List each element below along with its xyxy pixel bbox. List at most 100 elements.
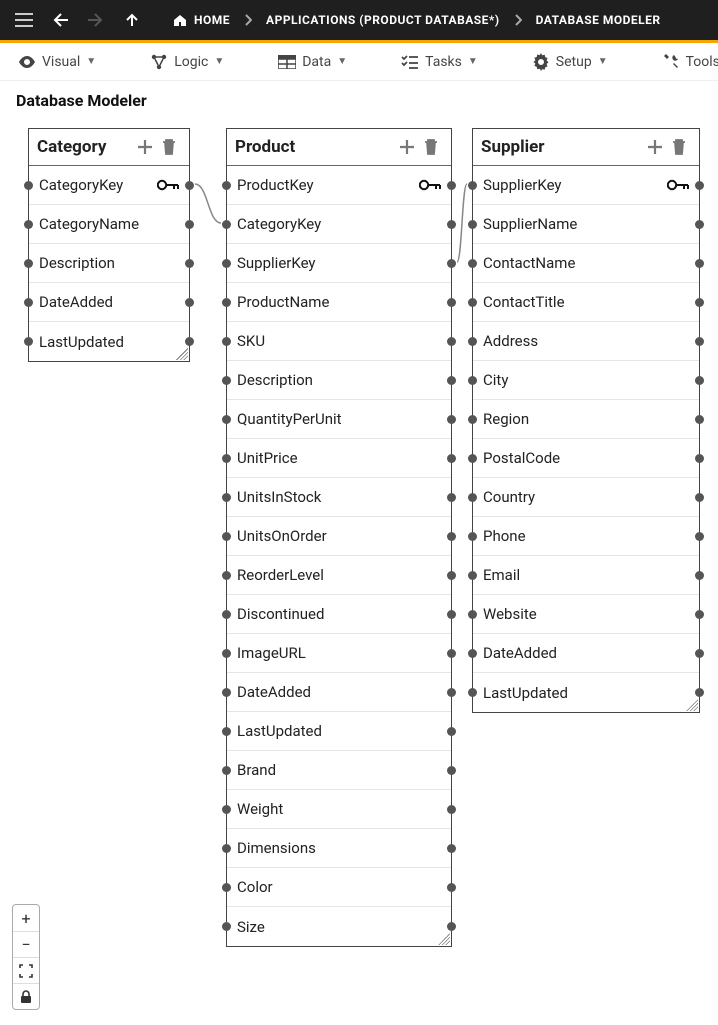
breadcrumb-current[interactable]: DATABASE MODELER [530, 13, 667, 27]
port-right[interactable] [185, 220, 194, 229]
port-right[interactable] [447, 727, 456, 736]
menu-tools[interactable]: Tools ▼ [656, 49, 718, 75]
delete-entity-button[interactable] [157, 135, 181, 159]
field-row[interactable]: DateAdded [29, 283, 189, 322]
port-right[interactable] [447, 415, 456, 424]
field-row[interactable]: Region [473, 400, 699, 439]
field-row[interactable]: LastUpdated [29, 322, 189, 361]
entity-header[interactable]: Supplier [473, 129, 699, 166]
field-row[interactable]: Description [227, 361, 451, 400]
port-right[interactable] [695, 688, 704, 697]
field-row[interactable]: Weight [227, 790, 451, 829]
port-right[interactable] [695, 649, 704, 658]
field-row[interactable]: Email [473, 556, 699, 595]
menu-setup[interactable]: Setup ▼ [526, 49, 614, 75]
port-right[interactable] [695, 415, 704, 424]
port-right[interactable] [695, 376, 704, 385]
field-row[interactable]: ReorderLevel [227, 556, 451, 595]
field-row[interactable]: Website [473, 595, 699, 634]
port-right[interactable] [185, 298, 194, 307]
zoom-in-button[interactable]: + [13, 905, 39, 931]
port-right[interactable] [447, 766, 456, 775]
port-left[interactable] [222, 727, 231, 736]
port-left[interactable] [468, 181, 477, 190]
port-left[interactable] [468, 571, 477, 580]
resize-handle[interactable] [686, 699, 698, 711]
port-right[interactable] [695, 571, 704, 580]
up-icon[interactable] [116, 4, 148, 36]
port-right[interactable] [695, 298, 704, 307]
add-field-button[interactable] [643, 135, 667, 159]
zoom-out-button[interactable]: − [13, 931, 39, 957]
field-row[interactable]: Size [227, 907, 451, 946]
field-row[interactable]: LastUpdated [473, 673, 699, 712]
field-row[interactable]: CategoryKey [29, 166, 189, 205]
port-right[interactable] [695, 493, 704, 502]
port-left[interactable] [222, 649, 231, 658]
field-row[interactable]: UnitsInStock [227, 478, 451, 517]
port-right[interactable] [447, 922, 456, 931]
port-right[interactable] [447, 259, 456, 268]
hamburger-icon[interactable] [8, 4, 40, 36]
port-right[interactable] [695, 337, 704, 346]
port-right[interactable] [185, 259, 194, 268]
field-row[interactable]: SKU [227, 322, 451, 361]
port-left[interactable] [222, 805, 231, 814]
breadcrumb-applications[interactable]: APPLICATIONS (PRODUCT DATABASE*) [260, 13, 506, 27]
menu-logic[interactable]: Logic ▼ [144, 49, 230, 75]
resize-handle[interactable] [176, 348, 188, 360]
field-row[interactable]: ProductName [227, 283, 451, 322]
port-left[interactable] [24, 298, 33, 307]
entity-header[interactable]: Product [227, 129, 451, 166]
port-right[interactable] [695, 181, 704, 190]
port-right[interactable] [447, 337, 456, 346]
delete-entity-button[interactable] [419, 135, 443, 159]
field-row[interactable]: Address [473, 322, 699, 361]
field-row[interactable]: Phone [473, 517, 699, 556]
port-right[interactable] [447, 805, 456, 814]
port-left[interactable] [222, 844, 231, 853]
field-row[interactable]: CategoryName [29, 205, 189, 244]
field-row[interactable]: LastUpdated [227, 712, 451, 751]
menu-tasks[interactable]: Tasks ▼ [395, 49, 484, 75]
port-left[interactable] [468, 532, 477, 541]
port-left[interactable] [222, 181, 231, 190]
port-left[interactable] [468, 298, 477, 307]
field-row[interactable]: Country [473, 478, 699, 517]
port-left[interactable] [468, 376, 477, 385]
port-left[interactable] [468, 688, 477, 697]
field-row[interactable]: DateAdded [473, 634, 699, 673]
port-right[interactable] [695, 532, 704, 541]
port-right[interactable] [447, 298, 456, 307]
port-right[interactable] [447, 571, 456, 580]
port-left[interactable] [222, 766, 231, 775]
port-left[interactable] [222, 454, 231, 463]
port-left[interactable] [222, 220, 231, 229]
port-left[interactable] [222, 415, 231, 424]
port-left[interactable] [468, 493, 477, 502]
port-left[interactable] [222, 259, 231, 268]
field-row[interactable]: Color [227, 868, 451, 907]
port-left[interactable] [468, 649, 477, 658]
field-row[interactable]: Brand [227, 751, 451, 790]
port-left[interactable] [222, 298, 231, 307]
field-row[interactable]: UnitsOnOrder [227, 517, 451, 556]
field-row[interactable]: QuantityPerUnit [227, 400, 451, 439]
field-row[interactable]: ImageURL [227, 634, 451, 673]
field-row[interactable]: SupplierName [473, 205, 699, 244]
port-left[interactable] [468, 259, 477, 268]
port-left[interactable] [222, 883, 231, 892]
port-left[interactable] [24, 181, 33, 190]
port-left[interactable] [24, 220, 33, 229]
entity-header[interactable]: Category [29, 129, 189, 166]
port-right[interactable] [447, 844, 456, 853]
port-left[interactable] [24, 337, 33, 346]
add-field-button[interactable] [133, 135, 157, 159]
port-right[interactable] [447, 181, 456, 190]
field-row[interactable]: City [473, 361, 699, 400]
breadcrumb-home[interactable]: HOME [166, 13, 236, 27]
port-right[interactable] [447, 610, 456, 619]
entity-category[interactable]: CategoryCategoryKeyCategoryNameDescripti… [28, 128, 190, 362]
port-right[interactable] [447, 883, 456, 892]
port-right[interactable] [185, 181, 194, 190]
